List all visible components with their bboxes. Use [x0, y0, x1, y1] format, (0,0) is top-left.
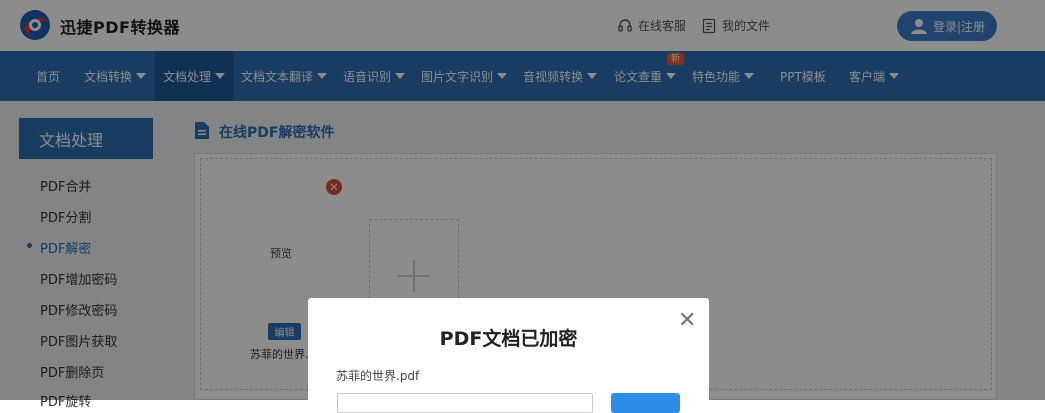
dialog-file-name: 苏菲的世界.pdf — [336, 369, 420, 383]
confirm-button[interactable] — [611, 393, 680, 413]
dialog-title: PDF文档已加密 — [439, 328, 578, 350]
close-icon[interactable]: ✕ — [678, 310, 696, 332]
password-input[interactable] — [337, 393, 593, 413]
